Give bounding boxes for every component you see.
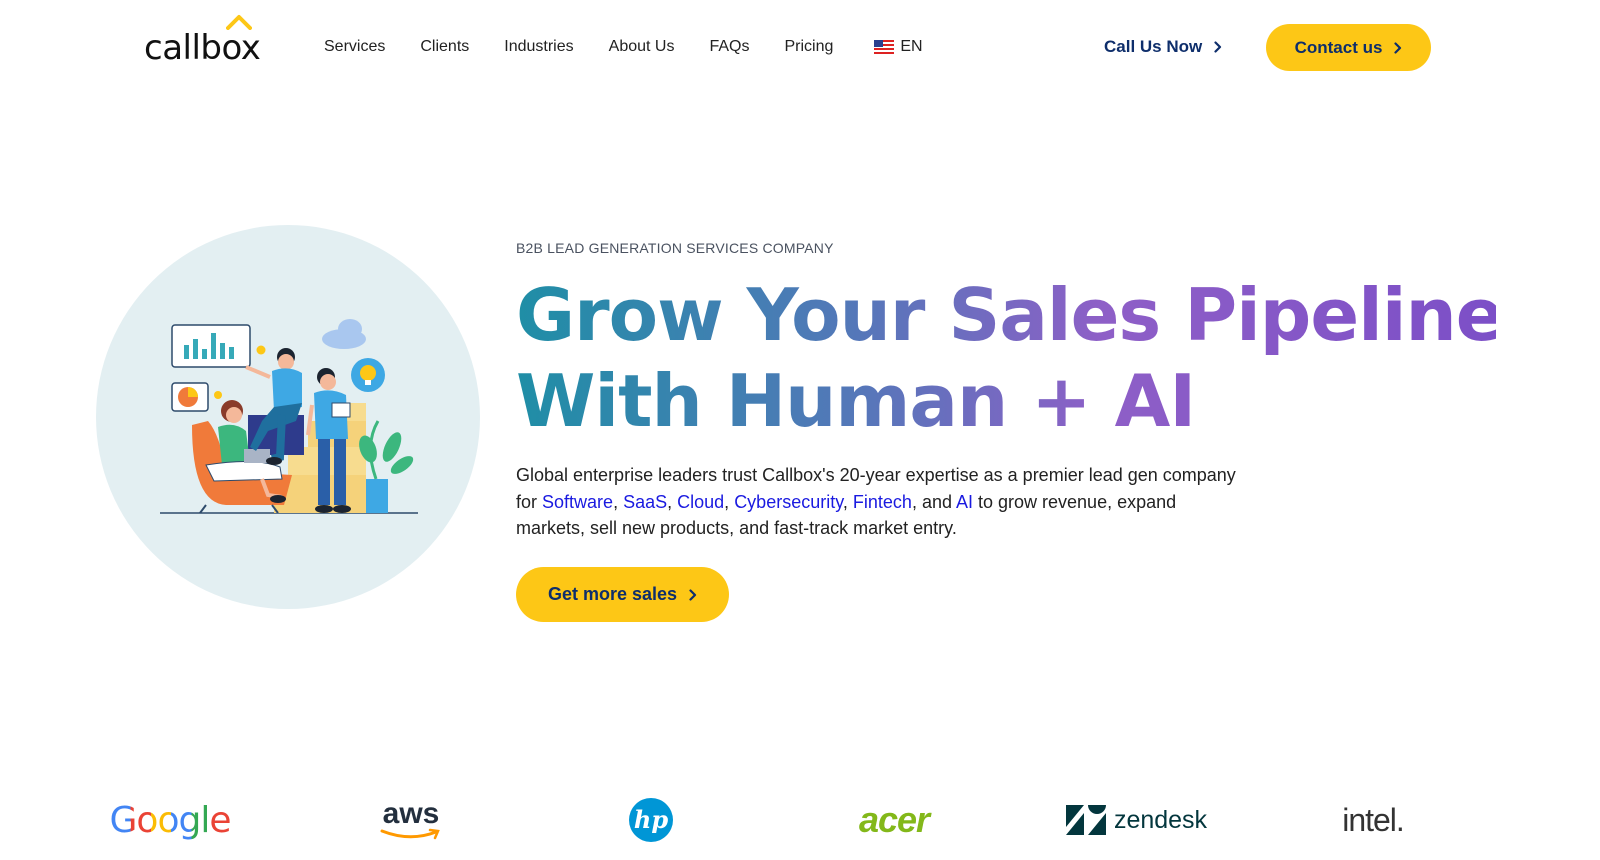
desc-sep: ,	[724, 491, 735, 512]
aws-logo-text: aws	[382, 797, 440, 830]
link-ai[interactable]: AI	[956, 492, 973, 512]
logo-text: callbox	[144, 28, 261, 68]
desc-sep: ,	[842, 491, 853, 512]
hp-icon: hp	[629, 798, 673, 842]
acer-logo: acer	[858, 799, 930, 840]
link-cybersecurity[interactable]: Cybersecurity	[734, 492, 843, 512]
desc-sep: ,	[667, 491, 678, 512]
contact-us-button[interactable]: Contact us	[1266, 24, 1431, 71]
link-cloud[interactable]: Cloud	[677, 492, 724, 512]
hero-illustration	[96, 225, 480, 609]
google-logo-text: Google	[109, 799, 232, 841]
get-more-sales-button[interactable]: Get more sales	[516, 567, 729, 622]
google-logo: Google	[109, 790, 232, 850]
hero-kicker: B2B LEAD GENERATION SERVICES COMPANY	[516, 240, 834, 256]
svg-text:hp: hp	[634, 805, 668, 834]
nav-item-pricing[interactable]: Pricing	[784, 38, 833, 56]
desc-sep-and: , and	[911, 491, 956, 512]
hp-logo: hp	[628, 790, 674, 850]
headline-line-1: Grow Your Sales Pipeline	[516, 273, 1504, 357]
hero-headline: Grow Your Sales Pipeline With Human + AI	[516, 272, 1496, 444]
aws-logo: aws	[376, 790, 446, 850]
zendesk-logo: zendesk	[1064, 790, 1209, 850]
team-growth-illustration	[160, 319, 418, 514]
nav-item-services[interactable]: Services	[324, 38, 385, 56]
nav-item-clients[interactable]: Clients	[420, 38, 469, 56]
cta-label: Get more sales	[547, 584, 678, 604]
link-software[interactable]: Software	[542, 492, 613, 512]
site-header: callbox Services Clients Industries Abou…	[0, 0, 1600, 96]
call-us-label: Call Us Now	[1104, 37, 1203, 56]
chevron-right-icon	[689, 588, 697, 601]
contact-us-label: Contact us	[1294, 37, 1383, 57]
headline-line-2: With Human + AI	[516, 359, 1196, 443]
chevron-right-icon	[1214, 41, 1222, 53]
callbox-logo[interactable]: callbox	[144, 14, 274, 70]
zendesk-logo-text: zendesk	[1113, 805, 1208, 834]
call-us-now-link[interactable]: Call Us Now	[1104, 37, 1222, 57]
main-nav: Services Clients Industries About Us FAQ…	[324, 38, 923, 56]
link-fintech[interactable]: Fintech	[853, 492, 912, 512]
language-label: EN	[900, 38, 923, 55]
desc-sep: ,	[613, 491, 624, 512]
nav-item-industries[interactable]: Industries	[504, 38, 573, 56]
link-saas[interactable]: SaaS	[623, 492, 667, 512]
chevron-right-icon	[1394, 41, 1402, 54]
client-logos-strip: Google aws hp acer zendesk intel.	[0, 790, 1600, 850]
zendesk-icon	[1065, 805, 1106, 835]
us-flag-icon	[874, 40, 895, 54]
nav-item-faqs[interactable]: FAQs	[709, 38, 749, 56]
hero-description: Global enterprise leaders trust Callbox'…	[516, 462, 1236, 542]
nav-item-about-us[interactable]: About Us	[609, 38, 675, 56]
language-selector[interactable]: EN	[874, 38, 923, 56]
intel-logo: intel.	[1342, 801, 1405, 838]
amazon-smile-icon	[380, 828, 440, 840]
